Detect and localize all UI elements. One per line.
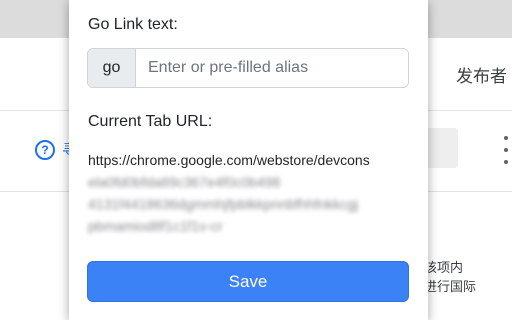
help-icon[interactable]: ?	[35, 140, 55, 160]
background-publisher-label: 发布者	[456, 67, 507, 86]
save-button[interactable]: Save	[87, 261, 409, 302]
go-link-label: Go Link text:	[88, 16, 178, 33]
background-text: 该项内	[424, 260, 464, 275]
go-prefix: go	[88, 49, 136, 87]
alias-input-group: go	[87, 48, 409, 88]
go-link-popup: Go Link text: go Current Tab URL: https:…	[69, 0, 428, 320]
background-text: 进行国际	[424, 279, 477, 294]
more-vert-icon[interactable]	[500, 136, 512, 164]
redacted-url-line: ela0fd0bfda89c367e4f0c0b498	[88, 174, 281, 190]
current-url-label: Current Tab URL:	[88, 113, 213, 130]
current-url-text: https://chrome.google.com/webstore/devco…	[88, 152, 370, 168]
redacted-url-line: pbmamiod8f1c1f1v-cr	[88, 218, 223, 234]
redacted-url-line: 4131f4418636dgmmhjfpblkkpnnbfhhfnkkcgj	[88, 196, 359, 212]
alias-input[interactable]	[136, 49, 408, 87]
